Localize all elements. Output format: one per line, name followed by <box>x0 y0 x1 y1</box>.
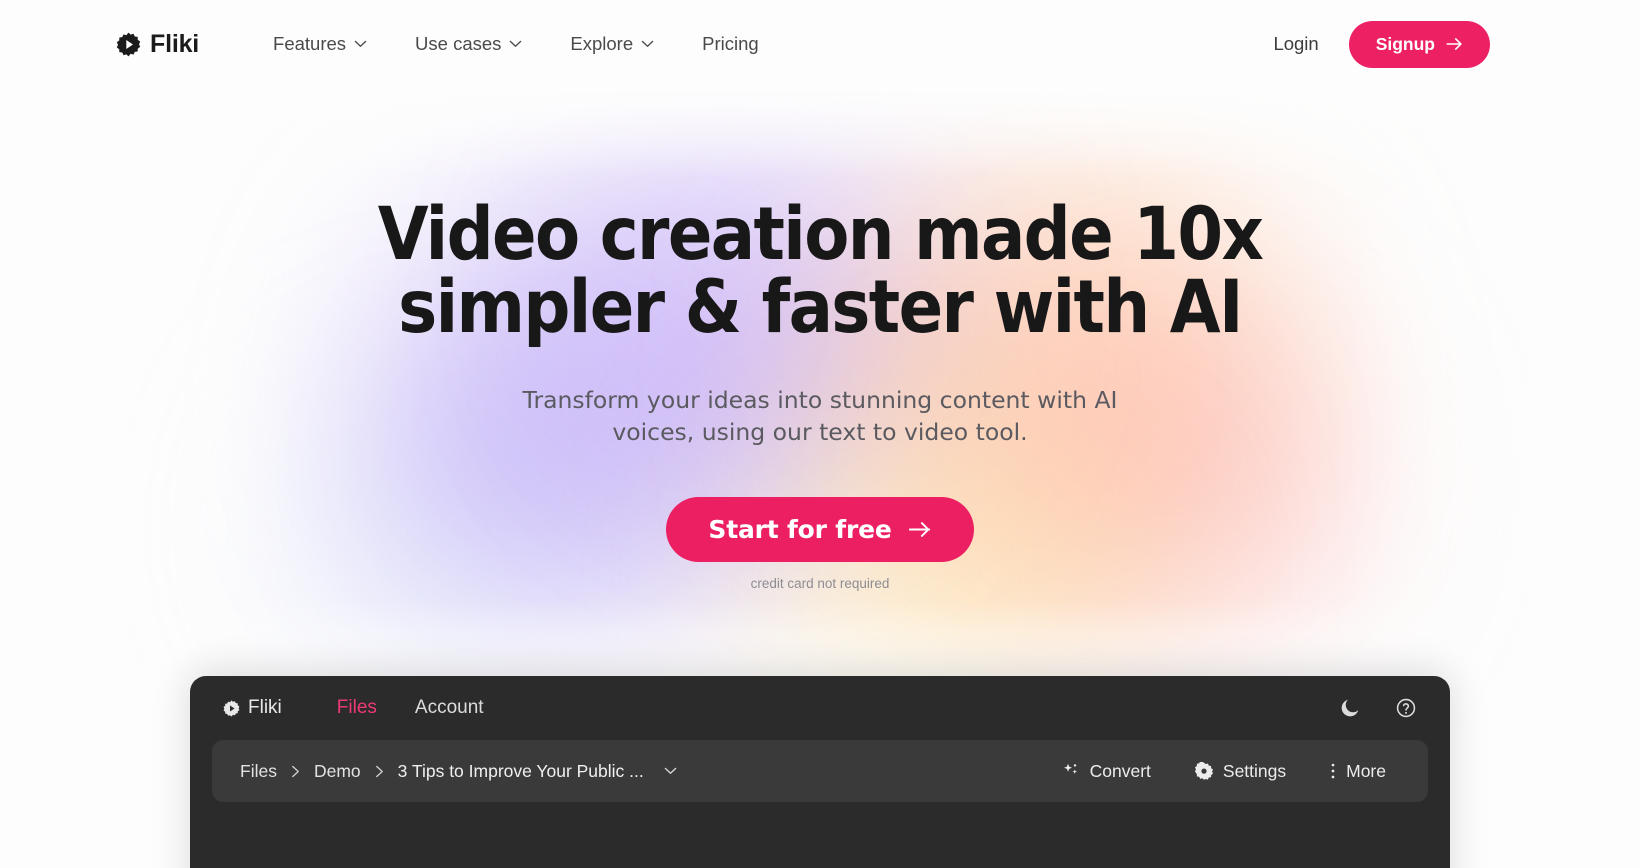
nav-links: Features Use cases Explore Pricing <box>249 25 783 63</box>
cta-note: credit card not required <box>750 575 890 591</box>
nav-item-features[interactable]: Features <box>249 25 391 63</box>
app-toolbar-actions: Convert Settings More <box>1040 761 1408 782</box>
fliki-gear-play-logo-icon <box>223 699 240 717</box>
help-circle-icon[interactable] <box>1395 697 1417 719</box>
convert-button[interactable]: Convert <box>1040 761 1173 782</box>
app-topbar: Fliki Files Account <box>190 676 1450 740</box>
chevron-down-icon <box>510 40 522 47</box>
breadcrumb-item-files[interactable]: Files <box>232 761 285 782</box>
hero-subtitle-line-2: voices, using our text to video tool. <box>612 418 1028 447</box>
nav-item-explore[interactable]: Explore <box>546 25 678 63</box>
app-brand-logo[interactable]: Fliki <box>223 697 282 719</box>
signup-button[interactable]: Signup <box>1348 20 1490 68</box>
hero-title-line-1: Video creation made 10x <box>377 192 1264 277</box>
sparkles-icon <box>1063 763 1077 774</box>
chevron-right-icon <box>292 765 299 777</box>
nav-item-features-label: Features <box>273 33 347 54</box>
breadcrumb: Files Demo 3 Tips to Improve Your Public… <box>232 761 677 782</box>
fliki-gear-play-logo-icon <box>116 32 141 56</box>
app-brand-name: Fliki <box>248 697 282 718</box>
page-title: Video creation made 10x simpler & faster… <box>0 198 1640 344</box>
landing-page: Fliki Features Use cases Explore Pricing… <box>0 0 1640 868</box>
gear-icon <box>1194 762 1213 780</box>
more-button-label: More <box>1346 760 1386 781</box>
app-tab-files[interactable]: Files <box>318 697 396 719</box>
start-for-free-label: Start for free <box>708 514 892 544</box>
hero-section: Video creation made 10x simpler & faster… <box>0 88 1640 591</box>
signup-button-label: Signup <box>1375 33 1435 54</box>
breadcrumb-item-current[interactable]: 3 Tips to Improve Your Public ... <box>390 761 652 782</box>
breadcrumb-item-demo[interactable]: Demo <box>306 761 369 782</box>
chevron-down-icon[interactable] <box>664 767 677 775</box>
convert-button-label: Convert <box>1089 760 1151 781</box>
nav-item-pricing[interactable]: Pricing <box>678 25 783 63</box>
nav-left-group: Fliki Features Use cases Explore Pricing <box>116 25 783 63</box>
nav-right-group: Login Signup <box>1273 20 1490 68</box>
nav-item-use-cases[interactable]: Use cases <box>391 25 546 63</box>
login-link[interactable]: Login <box>1273 33 1318 55</box>
chevron-right-icon <box>375 765 383 777</box>
settings-button[interactable]: Settings <box>1173 761 1308 782</box>
chevron-down-icon <box>641 40 654 47</box>
settings-button-label: Settings <box>1222 760 1287 781</box>
hero-subtitle: Transform your ideas into stunning conte… <box>0 384 1640 449</box>
brand-name: Fliki <box>150 29 200 58</box>
more-button[interactable]: More <box>1308 761 1408 782</box>
main-navigation: Fliki Features Use cases Explore Pricing… <box>0 0 1640 88</box>
start-for-free-button[interactable]: Start for free <box>666 496 974 562</box>
hero-cta-group: Start for free credit card not required <box>0 496 1640 591</box>
nav-item-use-cases-label: Use cases <box>415 33 502 54</box>
arrow-right-icon <box>1446 38 1462 50</box>
nav-item-explore-label: Explore <box>570 33 634 54</box>
arrow-right-icon <box>908 521 930 537</box>
hero-title-line-2: simpler & faster with AI <box>398 265 1243 350</box>
hero-subtitle-line-1: Transform your ideas into stunning conte… <box>522 386 1118 414</box>
dots-vertical-icon <box>1331 763 1335 779</box>
app-toolbar: Files Demo 3 Tips to Improve Your Public… <box>212 740 1428 802</box>
app-preview-window: Fliki Files Account Files Demo 3 Tips to… <box>190 676 1450 868</box>
moon-icon[interactable] <box>1339 697 1361 719</box>
app-tab-account[interactable]: Account <box>396 697 503 719</box>
app-topbar-actions <box>1339 697 1417 719</box>
brand-logo[interactable]: Fliki <box>116 30 199 59</box>
nav-item-pricing-label: Pricing <box>702 33 759 54</box>
chevron-down-icon <box>354 40 367 47</box>
